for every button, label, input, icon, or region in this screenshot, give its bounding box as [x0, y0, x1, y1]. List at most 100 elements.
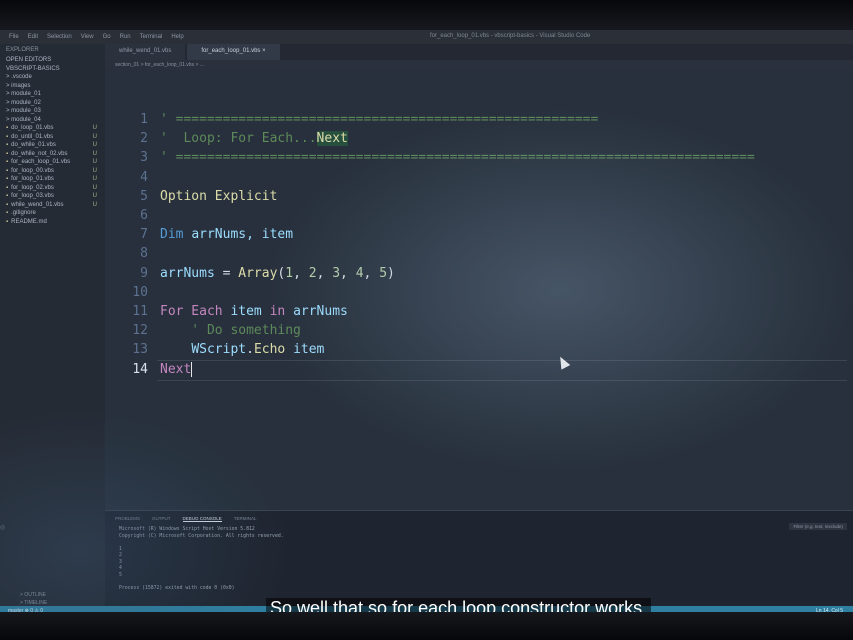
- code-line: 3 ' =====================================…: [105, 148, 853, 167]
- text-cursor: [191, 361, 193, 377]
- file-icon: ▪: [6, 218, 9, 225]
- code-token: =: [214, 265, 239, 281]
- git-status-badge: U: [92, 201, 97, 208]
- file-name: do_while_01.vbs: [11, 142, 56, 148]
- git-status-badge: U: [92, 142, 97, 148]
- code-token: ' ======================================…: [160, 112, 599, 127]
- menu-item[interactable]: Edit: [28, 34, 38, 40]
- folder-item[interactable]: > images: [0, 82, 105, 91]
- code-text: arrNums = Array(1, 2, 3, 4, 5): [160, 264, 395, 283]
- accounts-icon[interactable]: ◎: [0, 524, 10, 531]
- code-line: 6: [105, 206, 853, 225]
- editor-tab[interactable]: while_wend_01.vbs: [105, 44, 186, 60]
- code-token: For Each: [160, 304, 231, 319]
- code-line: 2 ' Loop: For Each...Next: [105, 129, 853, 148]
- code-token: ,: [340, 265, 356, 281]
- git-status-badge: U: [92, 150, 97, 157]
- code-token: item: [293, 342, 325, 358]
- menu-item[interactable]: Help: [171, 34, 183, 40]
- code-token: ,: [293, 265, 309, 281]
- panel-tab[interactable]: DEBUG CONSOLE: [182, 516, 222, 522]
- line-number: 3: [140, 150, 148, 166]
- file-item[interactable]: ▪ for_loop_02.vbs U: [0, 184, 105, 193]
- file-icon: ▪: [6, 201, 9, 208]
- code-line: 14 Next: [105, 360, 853, 379]
- panel-tab[interactable]: OUTPUT: [152, 516, 171, 522]
- code-text: ' Loop: For Each...Next: [160, 129, 348, 148]
- folder-item[interactable]: > module_02: [0, 99, 105, 108]
- folder-item[interactable]: > module_04: [0, 116, 105, 125]
- file-item[interactable]: ▪ for_loop_00.vbs U: [0, 167, 105, 176]
- console-line: Process (15872) exited with code 0 (0x0): [119, 585, 235, 591]
- code-token: ' Loop: For Each...: [160, 131, 317, 147]
- panel-tabs: PROBLEMS OUTPUT DEBUG CONSOLE TERMINAL: [105, 511, 853, 527]
- code-token: ,: [363, 265, 380, 281]
- folder-item[interactable]: > module_01: [0, 90, 105, 99]
- folder-item[interactable]: > module_03: [0, 107, 105, 116]
- panel-tab[interactable]: TERMINAL: [234, 516, 257, 522]
- file-name: for_loop_01.vbs: [11, 176, 54, 182]
- file-item[interactable]: ▪ while_wend_01.vbs U: [0, 201, 105, 210]
- git-status-badge: U: [92, 125, 97, 131]
- file-item[interactable]: ▪ for_loop_03.vbs U: [0, 192, 105, 201]
- code-token: arrNums, item: [191, 227, 294, 243]
- line-number: 11: [132, 304, 148, 319]
- file-name: do_until_01.vbs: [11, 133, 54, 140]
- file-item[interactable]: ▪ do_until_01.vbs U: [0, 133, 105, 142]
- open-editors-section[interactable]: OPEN EDITORS: [0, 56, 105, 65]
- file-item[interactable]: ▪ do_while_not_02.vbs U: [0, 150, 105, 159]
- code-text: Next: [160, 360, 193, 379]
- menu-item[interactable]: View: [81, 34, 94, 40]
- breadcrumb[interactable]: section_01 > for_each_loop_01.vbs > ...: [105, 60, 853, 70]
- menu-item[interactable]: Terminal: [140, 34, 163, 40]
- console-filter-input[interactable]: Filter (e.g. text, !exclude): [789, 523, 847, 530]
- line-number: 13: [132, 342, 148, 358]
- line-number: 5: [140, 188, 148, 204]
- file-item[interactable]: ▪ for_loop_01.vbs U: [0, 175, 105, 184]
- file-item[interactable]: ▪ README.md: [0, 218, 105, 227]
- line-number: 7: [140, 227, 148, 243]
- code-token: arrNums: [160, 265, 215, 281]
- file-item[interactable]: ▪ for_each_loop_01.vbs U: [0, 158, 105, 167]
- file-icon: ▪: [6, 142, 9, 148]
- file-icon: ▪: [6, 176, 9, 182]
- file-item[interactable]: ▪ do_while_01.vbs U: [0, 141, 105, 150]
- code-editor[interactable]: 1 ' =====================================…: [105, 70, 853, 510]
- code-text: WScript.Echo item: [160, 340, 324, 359]
- code-line: 1 ' =====================================…: [105, 110, 853, 129]
- file-name: .gitignore: [11, 210, 36, 216]
- menu-item[interactable]: Selection: [47, 34, 72, 40]
- code-token: 1: [285, 265, 294, 281]
- code-token: 3: [332, 265, 341, 281]
- file-icon: ▪: [6, 193, 9, 199]
- code-token: 5: [379, 265, 388, 281]
- project-root[interactable]: VBSCRIPT-BASICS: [0, 65, 105, 74]
- git-status-badge: U: [92, 167, 97, 174]
- file-name: while_wend_01.vbs: [11, 201, 64, 208]
- code-line: 7 Dim arrNums, item: [105, 225, 853, 244]
- file-icon: ▪: [6, 150, 9, 157]
- line-number: 9: [140, 265, 148, 281]
- editor-tab[interactable]: for_each_loop_01.vbs ×: [187, 44, 280, 60]
- menu-item[interactable]: File: [9, 34, 19, 40]
- menu-item[interactable]: Run: [120, 34, 131, 40]
- code-token: ,: [316, 265, 333, 281]
- menu-item[interactable]: Go: [103, 34, 111, 40]
- file-name: do_while_not_02.vbs: [11, 150, 68, 157]
- git-status-badge: U: [92, 184, 97, 191]
- folder-item[interactable]: > .vscode: [0, 73, 105, 82]
- code-token: Array: [238, 265, 278, 281]
- file-item[interactable]: ▪ .gitignore: [0, 209, 105, 218]
- panel-tab[interactable]: PROBLEMS: [115, 516, 140, 522]
- file-name: do_loop_01.vbs: [11, 125, 54, 131]
- line-number: 2: [140, 131, 148, 147]
- file-icon: ▪: [6, 184, 9, 191]
- git-status-badge: U: [92, 193, 97, 199]
- file-icon: ▪: [6, 133, 9, 140]
- code-line: 8: [105, 244, 853, 263]
- file-item[interactable]: ▪ do_loop_01.vbs U: [0, 124, 105, 133]
- code-token: Next: [316, 131, 348, 147]
- line-number: 10: [132, 284, 148, 300]
- git-status-badge: U: [92, 176, 97, 182]
- code-token: Next: [160, 361, 192, 377]
